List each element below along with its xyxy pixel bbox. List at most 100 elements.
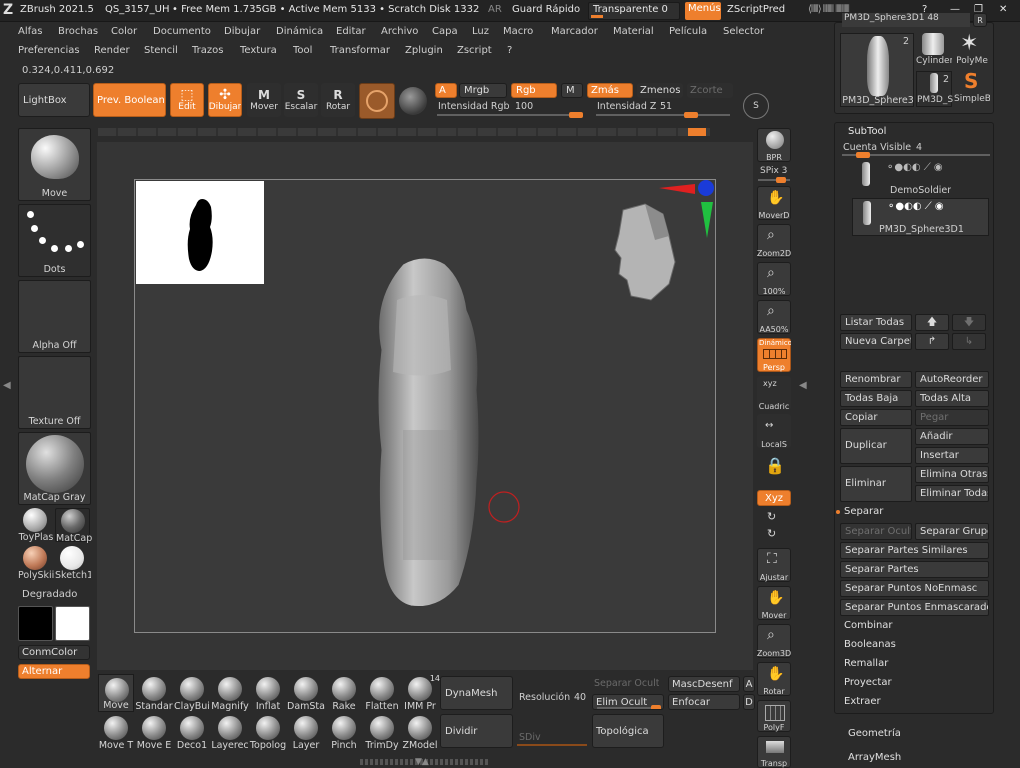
- palette-brush-row1-7[interactable]: Flatten: [364, 674, 400, 712]
- menu-pelicula[interactable]: Película: [669, 24, 707, 40]
- palette-brush-row1-1[interactable]: Standar: [135, 674, 173, 712]
- subtool-visibility-icons[interactable]: ⚬●◐◐ ⟋ ◉: [886, 162, 943, 173]
- move-up-button[interactable]: 🡅: [915, 314, 949, 331]
- combine-section[interactable]: Combinar: [844, 620, 893, 631]
- left-tray-collapse-icon[interactable]: ◀: [3, 380, 11, 391]
- move-3d-button[interactable]: ✋ Mover: [757, 586, 791, 620]
- boolean-section[interactable]: Booleanas: [844, 639, 896, 650]
- s-dial-icon[interactable]: S: [743, 93, 769, 119]
- subtool-title[interactable]: SubTool: [848, 126, 886, 137]
- head-model[interactable]: [614, 203, 676, 301]
- close-icon[interactable]: ✕: [999, 4, 1007, 15]
- menu-material[interactable]: Material: [613, 24, 654, 40]
- geometry-section[interactable]: Geometría: [848, 728, 901, 739]
- subtool-visibility-icons-active[interactable]: ⚬●◐◐ ⟋ ◉: [887, 201, 944, 212]
- sharpen-button[interactable]: Enfocar: [668, 694, 740, 710]
- edit-mode-button[interactable]: ⬚ Edit: [170, 83, 204, 117]
- palette-brush-row2-4[interactable]: Topolog: [250, 713, 286, 751]
- menu-capa[interactable]: Capa: [432, 24, 458, 40]
- insert-button[interactable]: Insertar: [915, 447, 989, 464]
- palette-brush-row2-7[interactable]: TrimDy: [364, 713, 400, 751]
- topological-button[interactable]: Topológica: [592, 714, 664, 748]
- menu-marcador[interactable]: Marcador: [551, 24, 598, 40]
- folder-right-dim-button[interactable]: ↳: [952, 333, 986, 350]
- scale-mode-button[interactable]: S Escalar: [284, 83, 318, 117]
- mask-blur-button[interactable]: MascDesenf: [668, 676, 740, 692]
- draw-mode-button[interactable]: ✣ Dibujar: [208, 83, 242, 117]
- palette-brush-row1-4[interactable]: Inflat: [250, 674, 286, 712]
- zsub-toggle[interactable]: Zmenos: [637, 83, 683, 98]
- menu-stencil[interactable]: Stencil: [144, 43, 178, 59]
- delete-button[interactable]: Eliminar: [840, 466, 912, 502]
- split-similar-button[interactable]: Separar Partes Similares: [840, 542, 989, 559]
- palette-brush-row1-0[interactable]: Move: [98, 674, 134, 712]
- dynamesh-button[interactable]: DynaMesh: [440, 676, 513, 710]
- delete-hidden-button[interactable]: Elim Ocult: [592, 694, 664, 710]
- rgb-toggle[interactable]: Rgb: [511, 83, 557, 98]
- lock-icon[interactable]: 🔒: [762, 456, 788, 482]
- frame-button[interactable]: ⛶ Ajustar: [757, 548, 791, 582]
- palette-brush-row2-6[interactable]: Pinch: [326, 713, 362, 751]
- menu-selector[interactable]: Selector: [723, 24, 764, 40]
- menu-textura[interactable]: Textura: [240, 43, 277, 59]
- arraymesh-section[interactable]: ArrayMesh: [848, 752, 901, 763]
- resolution-slider[interactable]: Resolución 40: [516, 690, 590, 710]
- gradient-label[interactable]: Degradado: [22, 589, 77, 600]
- split-unmasked-button[interactable]: Separar Puntos NoEnmasc: [840, 580, 989, 597]
- menu-help[interactable]: ?: [507, 43, 512, 59]
- transparency-slider[interactable]: Transparente 0: [588, 2, 680, 20]
- switch-color-button[interactable]: ConmColor: [18, 645, 90, 660]
- menu-zplugin[interactable]: Zplugin: [405, 43, 443, 59]
- palette-brush-row1-5[interactable]: DamSta: [287, 674, 325, 712]
- palette-brush-row2-3[interactable]: Layerec: [211, 713, 249, 751]
- z-intensity-slider[interactable]: Intensidad Z 51: [594, 101, 734, 118]
- secondary-color-swatch[interactable]: [55, 606, 90, 641]
- quicksave-button[interactable]: Guard Rápido: [512, 4, 580, 15]
- move-2d-button[interactable]: ✋ MoverD: [757, 186, 791, 220]
- menu-dinamica[interactable]: Dinámica: [276, 24, 323, 40]
- stroke-selector[interactable]: Dots: [18, 204, 91, 277]
- delete-other-button[interactable]: Elimina Otras: [915, 466, 989, 483]
- rgb-intensity-slider[interactable]: Intensidad Rgb 100: [435, 101, 585, 118]
- document-canvas[interactable]: [134, 179, 716, 633]
- folder-right-button[interactable]: ↱: [915, 333, 949, 350]
- transparency-button[interactable]: Transp: [757, 736, 791, 768]
- visible-count-slider[interactable]: Cuenta Visible 4: [842, 142, 990, 158]
- list-all-button[interactable]: Listar Todas: [840, 314, 912, 331]
- alpha-selector[interactable]: Alpha Off: [18, 280, 91, 353]
- quick-material-polyskin[interactable]: PolySkii: [18, 546, 54, 581]
- duplicate-button[interactable]: Duplicar: [840, 428, 912, 464]
- gizmo-toggle-button[interactable]: [359, 83, 395, 119]
- menu-luz[interactable]: Luz: [472, 24, 489, 40]
- material-selector[interactable]: MatCap Gray: [18, 432, 91, 505]
- alternate-button[interactable]: Alternar: [18, 664, 90, 679]
- quick-material-sketch[interactable]: Sketch1: [55, 546, 91, 581]
- menu-brochas[interactable]: Brochas: [58, 24, 98, 40]
- zoom-3d-button[interactable]: ⌕ Zoom3D: [757, 624, 791, 658]
- palette-brush-row2-2[interactable]: Deco1: [174, 713, 210, 751]
- split-hidden-button[interactable]: Separar Ocult: [840, 523, 912, 540]
- m-toggle[interactable]: M: [561, 83, 583, 98]
- palette-brush-row1-8[interactable]: IMM Pr 14: [402, 674, 440, 712]
- subtool-item-sphere3d1[interactable]: ⚬●◐◐ ⟋ ◉ PM3D_Sphere3D1: [852, 198, 989, 236]
- floor-grid-button[interactable]: xyz Cuadric: [757, 376, 791, 411]
- palette-brush-row2-1[interactable]: Move E: [136, 713, 172, 751]
- rotate-mode-button[interactable]: R Rotar: [321, 83, 355, 117]
- default-zscript-button[interactable]: ZScriptPred: [727, 4, 785, 15]
- move-down-button[interactable]: 🡇: [952, 314, 986, 331]
- bottom-collapse-icon[interactable]: ▼▲: [415, 757, 429, 767]
- tool-thumb-sphere3[interactable]: 2 PM3D_Sphere3: [840, 33, 914, 107]
- axis-gizmo-z[interactable]: [701, 202, 713, 238]
- tool-thumb-simplebrush[interactable]: S SimpleB: [954, 69, 990, 107]
- tool-thumb-sphere-small[interactable]: 2 PM3D_S: [916, 71, 953, 107]
- material-sphere-icon[interactable]: [399, 87, 427, 115]
- antialias-half-button[interactable]: ⌕ AA50%: [757, 300, 791, 334]
- tool-thumb-polymesh[interactable]: ✶ PolyMe: [954, 31, 990, 69]
- palette-brush-row1-6[interactable]: Rake: [326, 674, 362, 712]
- texture-selector[interactable]: Texture Off: [18, 356, 91, 429]
- menu-preferencias[interactable]: Preferencias: [18, 43, 80, 59]
- local-symmetry-button[interactable]: ↔ LocalS: [757, 414, 791, 449]
- split-hidden-bottom-button[interactable]: Separar Ocult: [594, 678, 659, 689]
- rotate-z-icon[interactable]: ↻: [767, 527, 776, 540]
- lightbox-button[interactable]: LightBox: [18, 83, 90, 117]
